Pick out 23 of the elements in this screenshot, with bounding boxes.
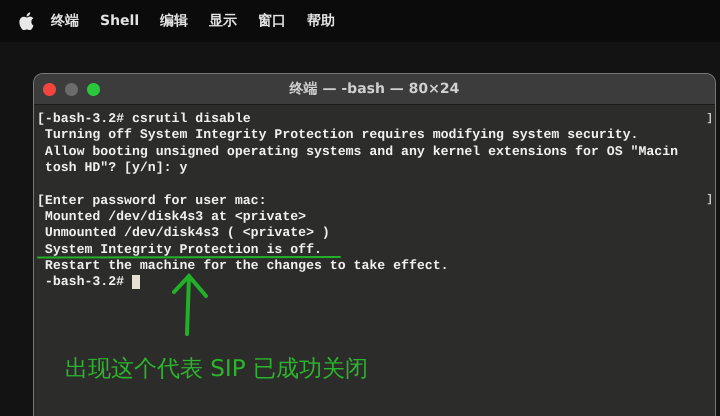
terminal-mark: ]	[706, 193, 713, 208]
terminal-line: [Enter password for user mac:	[37, 194, 266, 207]
terminal-line: tosh HD"? [y/n]: y	[44, 162, 188, 174]
terminal-line: Restart the machine for the changes to take effect.	[44, 260, 449, 272]
menu-item[interactable]: 编辑	[160, 12, 188, 30]
terminal-mark: ]	[706, 112, 713, 127]
terminal-line: System Integrity Protection is off.	[44, 244, 322, 256]
apple-logo-icon[interactable]	[19, 12, 34, 30]
menu-item[interactable]: 终端	[51, 12, 79, 30]
zoom-button[interactable]	[87, 82, 100, 96]
menu-item[interactable]: Shell	[100, 13, 140, 29]
menu-item[interactable]: 帮助	[307, 12, 336, 30]
terminal-line: Mounted /dev/disk4s3 at <private>	[44, 210, 306, 223]
window-title: 终端 — -bash — 80×24	[290, 80, 460, 98]
terminal-line: Turning off System Integrity Protection requires modifying system security.	[44, 129, 638, 142]
terminal-line: Unmounted /dev/disk4s3 ( <private> )	[44, 227, 330, 240]
terminal-line: -bash-3.2#	[44, 276, 124, 288]
terminal-line: Allow booting unsigned operating systems and any kernel extensions for OS "Macin	[44, 146, 678, 158]
annotation-text: 出现这个代表 SIP 已成功关闭	[65, 355, 368, 384]
menu-item[interactable]: 显示	[209, 12, 238, 30]
terminal-line: [-bash-3.2# csrutil disable	[37, 113, 251, 126]
close-button[interactable]	[43, 82, 56, 96]
menu-item[interactable]: 窗口	[258, 12, 286, 30]
